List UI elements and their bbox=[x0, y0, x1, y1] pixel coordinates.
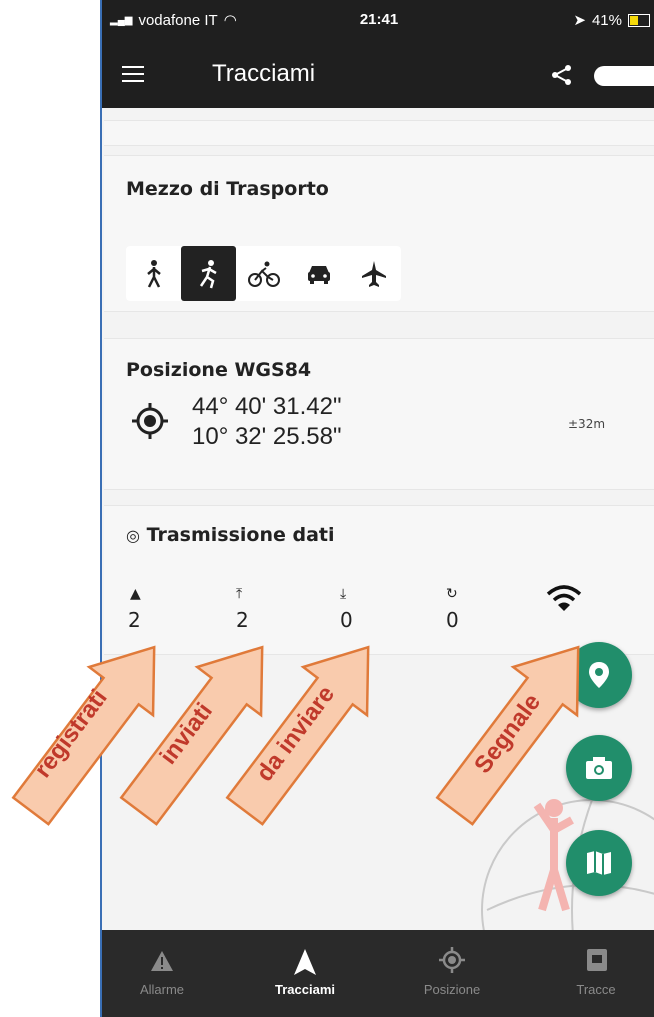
annotation-arrows bbox=[11, 645, 580, 826]
